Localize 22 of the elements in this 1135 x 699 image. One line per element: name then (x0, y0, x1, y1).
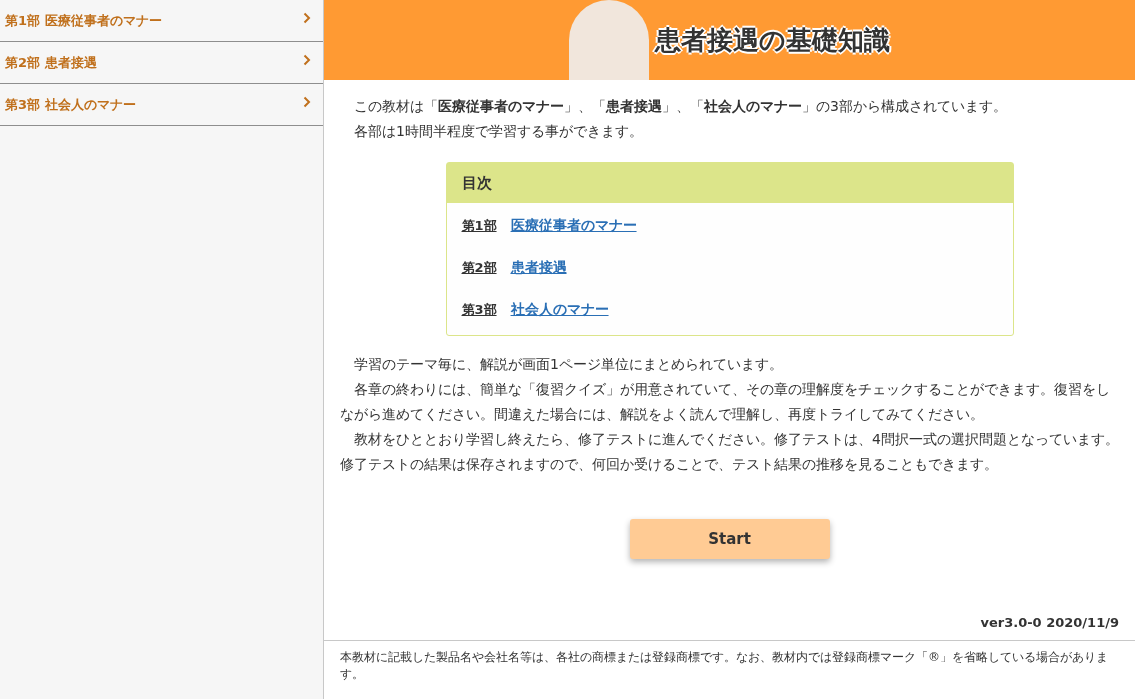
description-paragraph: 各章の終わりには、簡単な「復習クイズ」が用意されていて、その章の理解度をチェックすることができます。復習をしながら進めてください。間違えた場合には、解説をよく読んで理解し、再度トライしてみてください。 (340, 380, 1111, 424)
chevron-right-icon (303, 53, 311, 66)
sidebar-item[interactable]: 第1部 医療従事者のマナー (0, 0, 323, 42)
intro-text: この教材は「医療従事者のマナー」、「患者接遇」、「社会人のマナー」の3部から構成されています。 (353, 97, 1008, 116)
chevron-right-icon (303, 95, 311, 108)
start-button[interactable]: Start (629, 519, 830, 559)
description-paragraph: 学習のテーマ毎に、解説が画面1ページ単位にまとめられています。 (353, 355, 784, 374)
toc-link[interactable]: 社会人のマナー (510, 301, 609, 319)
toc-title: 目次 (446, 163, 1013, 203)
banner-title: 患者接遇の基礎知識 (655, 24, 890, 57)
trademark-note: 本教材に記載した製品名や会社名等は、各社の商標または登録商標です。なお、教材内では登録商標マーク「®」を省略している場合があります。 (340, 649, 1109, 683)
toc-link[interactable]: 患者接遇 (510, 259, 567, 277)
toc-part-link[interactable]: 第2部 (461, 259, 497, 277)
intro-text: 各部は1時間半程度で学習する事ができます。 (353, 122, 644, 141)
version-text: ver3.0-0 2020/11/9 (980, 615, 1119, 630)
toc-link[interactable]: 医療従事者のマナー (510, 217, 637, 235)
sidebar-item[interactable]: 第3部 社会人のマナー (0, 84, 323, 126)
toc-part-link[interactable]: 第3部 (461, 301, 497, 319)
chevron-right-icon (303, 11, 311, 24)
toc-part-link[interactable]: 第1部 (461, 217, 497, 235)
description-paragraph: 教材をひととおり学習し終えたら、修了テストに進んでください。修了テストは、4問択一式の選択問題となっています。修了テストの結果は保存されますので、何回か受けることで、テスト結果の推移を見ることもできます。 (340, 430, 1119, 474)
sidebar-item[interactable]: 第2部 患者接遇 (0, 42, 323, 84)
